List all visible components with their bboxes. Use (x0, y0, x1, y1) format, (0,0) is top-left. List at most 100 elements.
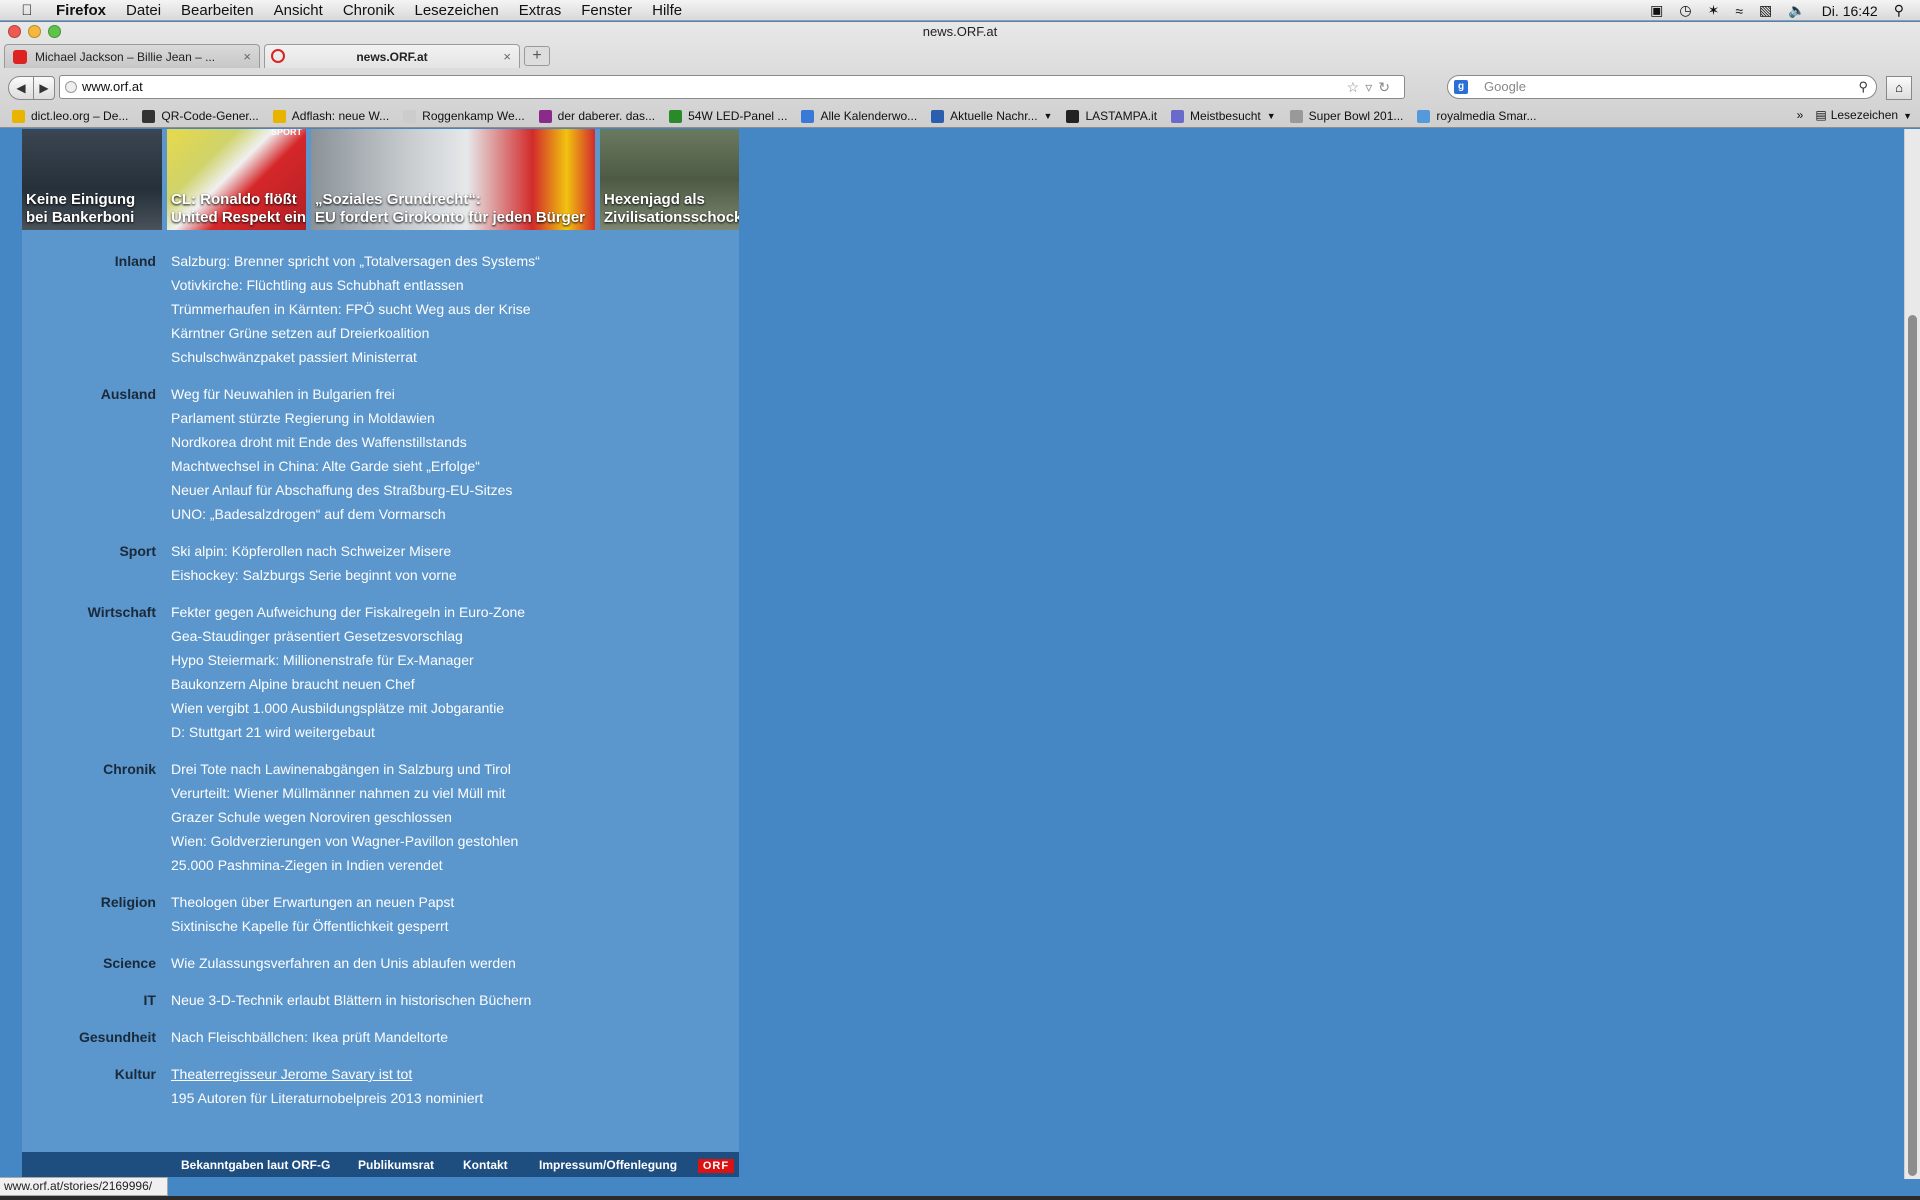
news-link[interactable]: Hypo Steiermark: Millionenstrafe für Ex-… (171, 648, 525, 672)
bookmark-item[interactable]: Super Bowl 201... (1289, 109, 1403, 123)
tab-close-icon[interactable]: × (503, 49, 511, 64)
footer-link-impressum[interactable]: Impressum/Offenlegung (539, 1158, 677, 1172)
vertical-scrollbar[interactable] (1904, 129, 1920, 1179)
news-link[interactable]: Verurteilt: Wiener Müllmänner nahmen zu … (171, 781, 518, 805)
bookmark-star-icon[interactable]: ☆ (1347, 79, 1366, 95)
footer-link-bekanntgaben[interactable]: Bekanntgaben laut ORF-G (181, 1158, 330, 1172)
news-link[interactable]: Kärntner Grüne setzen auf Dreierkoalitio… (171, 321, 540, 345)
news-link[interactable]: Salzburg: Brenner spricht von „Totalvers… (171, 249, 540, 273)
news-link[interactable]: Parlament stürzte Regierung in Moldawien (171, 406, 512, 430)
news-link[interactable]: Wie Zulassungsverfahren an den Unis abla… (171, 951, 516, 975)
bookmarks-menu-button[interactable]: » ▤ Lesezeichen ▼ (1797, 108, 1912, 122)
bookmark-item[interactable]: QR-Code-Gener... (142, 109, 259, 123)
section-label[interactable]: Wirtschaft (22, 600, 156, 744)
volume-icon[interactable]: 🔈 (1788, 2, 1805, 19)
search-box[interactable]: g Google ⚲ (1447, 75, 1877, 99)
menu-lesezeichen[interactable]: Lesezeichen (415, 2, 499, 19)
news-link[interactable]: Gea-Staudinger präsentiert Gesetzesvorsc… (171, 624, 525, 648)
news-link-hovered[interactable]: Theaterregisseur Jerome Savary ist tot (171, 1062, 483, 1086)
bookmark-item[interactable]: 54W LED-Panel ... (669, 109, 787, 123)
news-link[interactable]: Eishockey: Salzburgs Serie beginnt von v… (171, 563, 457, 587)
footer-link-kontakt[interactable]: Kontakt (463, 1158, 508, 1172)
menu-fenster[interactable]: Fenster (581, 2, 632, 19)
bookmark-item[interactable]: Roggenkamp We... (403, 109, 525, 123)
menu-ansicht[interactable]: Ansicht (274, 2, 323, 19)
orf-logo[interactable]: ORF (698, 1159, 734, 1173)
search-placeholder[interactable]: Google (1484, 79, 1526, 94)
news-link[interactable]: Weg für Neuwahlen in Bulgarien frei (171, 382, 512, 406)
new-tab-button[interactable]: + (524, 46, 550, 66)
google-icon[interactable]: g (1454, 80, 1468, 94)
tab-close-icon[interactable]: × (243, 49, 251, 64)
menu-extras[interactable]: Extras (519, 2, 562, 19)
bookmark-folder[interactable]: Meistbesucht ▼ (1171, 109, 1276, 123)
bookmark-item[interactable]: royalmedia Smar... (1417, 109, 1536, 123)
time-machine-icon[interactable]: ◷ (1679, 2, 1691, 19)
section-label[interactable]: Gesundheit (22, 1025, 156, 1049)
teaser-hexenjagd[interactable]: Hexenjagd als Zivilisationsschock (600, 129, 739, 230)
bookmark-item[interactable]: LASTAMPA.it (1066, 109, 1157, 123)
section-label[interactable]: Chronik (22, 757, 156, 877)
bluetooth-icon[interactable]: ✶ (1708, 2, 1720, 19)
news-link[interactable]: Fekter gegen Aufweichung der Fiskalregel… (171, 600, 525, 624)
menu-datei[interactable]: Datei (126, 2, 161, 19)
menu-chronik[interactable]: Chronik (343, 2, 395, 19)
back-button[interactable]: ◀ (8, 76, 34, 100)
news-link[interactable]: Neue 3-D-Technik erlaubt Blättern in his… (171, 988, 531, 1012)
news-link[interactable]: Machtwechsel in China: Alte Garde sieht … (171, 454, 512, 478)
url-text[interactable]: www.orf.at (82, 79, 143, 94)
apple-icon[interactable]:  (16, 2, 38, 19)
battery-icon[interactable]: ▧ (1759, 2, 1772, 19)
scrollbar-thumb[interactable] (1908, 315, 1917, 1176)
section-label[interactable]: Science (22, 951, 156, 975)
display-icon[interactable]: ▣ (1650, 2, 1663, 19)
overflow-chevron-icon[interactable]: » (1797, 108, 1804, 122)
search-icon[interactable]: ⚲ (1858, 76, 1868, 98)
spotlight-icon[interactable]: ⚲ (1894, 2, 1904, 19)
tab-news-orf[interactable]: news.ORF.at × (264, 44, 520, 68)
section-label[interactable]: Kultur (22, 1062, 156, 1110)
news-link[interactable]: Ski alpin: Köpferollen nach Schweizer Mi… (171, 539, 457, 563)
bookmark-item[interactable]: der daberer. das... (538, 109, 655, 123)
news-link[interactable]: Drei Tote nach Lawinenabgängen in Salzbu… (171, 757, 518, 781)
section-label[interactable]: Sport (22, 539, 156, 587)
clock[interactable]: Di. 16:42 (1822, 3, 1878, 19)
news-link[interactable]: Trümmerhaufen in Kärnten: FPÖ sucht Weg … (171, 297, 540, 321)
footer-link-publikumsrat[interactable]: Publikumsrat (358, 1158, 434, 1172)
url-bar[interactable]: www.orf.at ☆▿↻ (59, 75, 1405, 99)
news-link[interactable]: Nordkorea droht mit Ende des Waffenstill… (171, 430, 512, 454)
news-link[interactable]: D: Stuttgart 21 wird weitergebaut (171, 720, 525, 744)
news-link[interactable]: Votivkirche: Flüchtling aus Schubhaft en… (171, 273, 540, 297)
bookmark-folder[interactable]: Aktuelle Nachr... ▼ (931, 109, 1052, 123)
section-label[interactable]: Religion (22, 890, 156, 938)
menu-app-name[interactable]: Firefox (56, 2, 106, 19)
news-link[interactable]: Wien: Goldverzierungen von Wagner-Pavill… (171, 829, 518, 853)
news-link[interactable]: Theologen über Erwartungen an neuen Paps… (171, 890, 454, 914)
bookmark-item[interactable]: Adflash: neue W... (272, 109, 389, 123)
news-link[interactable]: Neuer Anlauf für Abschaffung des Straßbu… (171, 478, 512, 502)
news-link[interactable]: Grazer Schule wegen Noroviren geschlosse… (171, 805, 518, 829)
teaser-bankerboni[interactable]: Keine Einigung bei Bankerboni (22, 129, 162, 230)
tab-youtube[interactable]: Michael Jackson – Billie Jean – ... × (4, 44, 260, 68)
wifi-icon[interactable]: ≈ (1735, 3, 1743, 19)
news-link[interactable]: Sixtinische Kapelle für Öffentlichkeit g… (171, 914, 454, 938)
home-button[interactable]: ⌂ (1886, 76, 1912, 100)
forward-button[interactable]: ▶ (33, 76, 55, 100)
teaser-ronaldo[interactable]: SPORT CL: Ronaldo flößt United Respekt ei… (167, 129, 306, 230)
menu-hilfe[interactable]: Hilfe (652, 2, 682, 19)
dropdown-icon[interactable]: ▿ (1365, 79, 1378, 95)
news-link[interactable]: 195 Autoren für Literaturnobelpreis 2013… (171, 1086, 483, 1110)
news-link[interactable]: Schulschwänzpaket passiert Ministerrat (171, 345, 540, 369)
section-label[interactable]: IT (22, 988, 156, 1012)
teaser-girokonto[interactable]: „Soziales Grundrecht“: EU fordert Girokon… (311, 129, 595, 230)
news-link[interactable]: Wien vergibt 1.000 Ausbildungsplätze mit… (171, 696, 525, 720)
news-link[interactable]: UNO: „Badesalzdrogen“ auf dem Vormarsch (171, 502, 512, 526)
bookmark-item[interactable]: Alle Kalenderwo... (801, 109, 917, 123)
news-link[interactable]: 25.000 Pashmina-Ziegen in Indien verende… (171, 853, 518, 877)
reload-icon[interactable]: ↻ (1378, 79, 1396, 95)
news-link[interactable]: Baukonzern Alpine braucht neuen Chef (171, 672, 525, 696)
news-link[interactable]: Nach Fleischbällchen: Ikea prüft Mandelt… (171, 1025, 448, 1049)
menu-bearbeiten[interactable]: Bearbeiten (181, 2, 254, 19)
section-label[interactable]: Ausland (22, 382, 156, 526)
bookmark-item[interactable]: dict.leo.org – De... (12, 109, 128, 123)
